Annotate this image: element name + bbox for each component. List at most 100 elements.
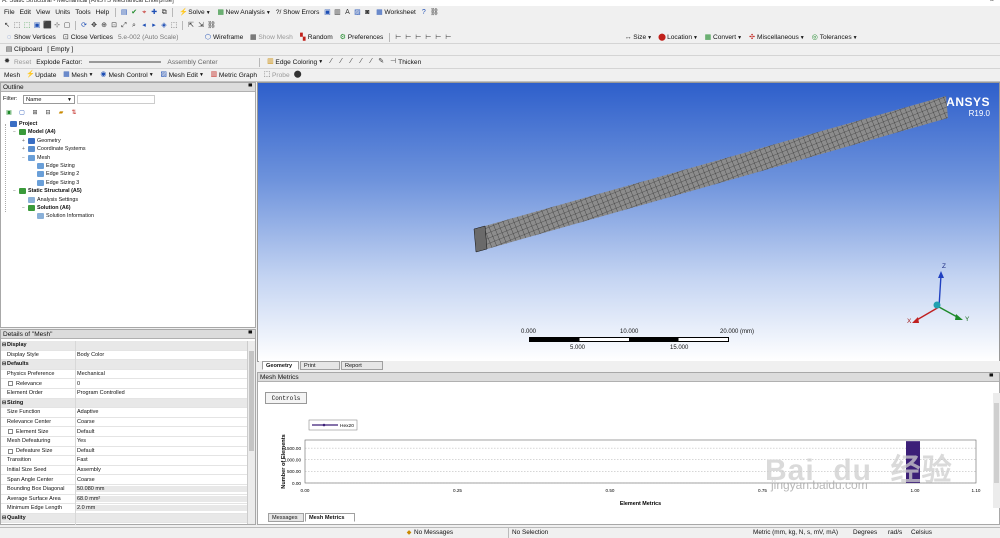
split-icon[interactable]: ⧉ — [160, 9, 168, 17]
details-value[interactable]: Mechanical — [77, 371, 105, 377]
annotation-icon[interactable]: ⊢ — [424, 34, 432, 42]
details-category[interactable]: ⊟ Sizing — [1, 398, 247, 409]
details-category[interactable]: ⊟ Defaults — [1, 360, 247, 370]
menu-edit[interactable]: Edit — [18, 8, 33, 17]
new-analysis-button[interactable]: ▦ New Analysis ▼ — [214, 8, 273, 17]
collapse-icon[interactable]: ⊟ — [2, 400, 6, 406]
edge-style-1-icon[interactable]: ⁄ — [327, 58, 335, 66]
tab-geometry[interactable]: Geometry — [262, 361, 299, 370]
fit-icon[interactable]: ⬚ — [170, 22, 178, 30]
edge-coloring-button[interactable]: ▥ Edge Coloring ▼ — [263, 58, 325, 67]
details-value[interactable]: Yes — [77, 438, 86, 444]
size-button[interactable]: ↔ Size ▼ — [621, 33, 654, 42]
status-degrees[interactable]: Degrees — [853, 528, 877, 538]
collapse-icon[interactable]: ⊟ — [2, 515, 6, 521]
show-mesh-button[interactable]: ▦ Show Mesh — [246, 33, 294, 42]
filter-select[interactable]: Name ▼ — [23, 95, 75, 104]
calculator-icon[interactable]: ▣ — [323, 9, 331, 17]
path-icon[interactable]: ⌖ — [140, 9, 148, 17]
select-vertex-icon[interactable]: ⬚ — [13, 22, 21, 30]
zoom-fit-icon[interactable]: ⤢ — [120, 22, 128, 30]
tree-node[interactable]: − Mesh — [22, 154, 50, 162]
parameter-checkbox[interactable] — [8, 381, 13, 387]
parameter-checkbox[interactable] — [8, 448, 13, 454]
details-scrollbar[interactable] — [247, 341, 255, 524]
details-value[interactable]: Body Color — [77, 352, 104, 358]
scrollbar-thumb[interactable] — [994, 403, 999, 483]
preferences-button[interactable]: ⚙ Preferences — [336, 33, 386, 42]
table-icon[interactable]: ▥ — [333, 9, 341, 17]
explode-icon[interactable]: ✸ — [3, 58, 11, 66]
filter-search-input[interactable] — [77, 95, 155, 104]
mesh-model[interactable] — [258, 83, 1000, 362]
magnifier-icon[interactable]: ⌕ — [130, 22, 138, 30]
annotation-icon[interactable]: ⊢ — [404, 34, 412, 42]
details-value[interactable]: 68.0 mm² — [75, 495, 247, 502]
details-value[interactable]: Coarse — [77, 419, 95, 425]
annotation-icon[interactable]: ⊢ — [444, 34, 452, 42]
collapse-all-icon[interactable]: ⊟ — [44, 109, 52, 117]
details-category[interactable]: ⊟ Display — [1, 341, 247, 351]
tab-report-preview[interactable]: Report Preview — [341, 361, 383, 378]
document-icon[interactable]: ▤ — [120, 9, 128, 17]
pin-icon[interactable]: ▀ — [248, 330, 252, 339]
details-value[interactable]: Fast — [77, 457, 88, 463]
close-vertices-button[interactable]: ⊡ Close Vertices — [59, 33, 115, 42]
collapse-icon[interactable]: ▢ — [18, 109, 26, 117]
select-body-icon[interactable]: ⬛ — [43, 22, 52, 30]
location-button[interactable]: ⬤ Location ▼ — [655, 33, 700, 42]
mesh-menu-button[interactable]: ▦ Mesh ▼ — [59, 71, 95, 80]
details-value[interactable]: Assembly — [77, 467, 101, 473]
folder-icon[interactable]: ▰ — [57, 109, 65, 117]
menu-tools[interactable]: Tools — [73, 8, 92, 17]
tree-node[interactable]: Solution Information — [31, 212, 94, 220]
camera-icon[interactable]: ◙ — [363, 9, 371, 17]
status-rad[interactable]: rad/s — [888, 528, 902, 538]
pan-icon[interactable]: ✥ — [90, 22, 98, 30]
select-edge-icon[interactable]: ⬚ — [23, 22, 31, 30]
details-value[interactable]: Program Controlled — [77, 390, 125, 396]
select-face-icon[interactable]: ▣ — [33, 22, 41, 30]
miscellaneous-button[interactable]: ✣ Miscellaneous ▼ — [745, 33, 807, 42]
metric-graph-button[interactable]: ▥ Metric Graph — [207, 71, 259, 80]
extend-icon[interactable]: ⇱ — [187, 22, 195, 30]
chart-scrollbar[interactable] — [993, 393, 1000, 508]
edge-tool-icon[interactable]: ✎ — [377, 58, 385, 66]
details-value[interactable]: Adaptive — [77, 409, 98, 415]
menu-units[interactable]: Units — [53, 8, 72, 17]
tree-node[interactable]: + Geometry — [22, 137, 61, 145]
thicken-button[interactable]: ⊣ Thicken — [386, 58, 423, 67]
edge-style-2-icon[interactable]: ⁄ — [337, 58, 345, 66]
scrollbar-thumb[interactable] — [249, 351, 254, 451]
annotation-icon[interactable]: ⊢ — [414, 34, 422, 42]
explode-slider[interactable] — [89, 61, 162, 63]
iso-view-icon[interactable]: ◈ — [160, 22, 168, 30]
image-icon[interactable]: ▨ — [353, 9, 361, 17]
zoom-box-icon[interactable]: ⊡ — [110, 22, 118, 30]
capture-icon[interactable]: ⬤ — [294, 71, 302, 79]
tab-messages[interactable]: Messages — [268, 513, 304, 522]
status-temperature[interactable]: Celsius — [911, 528, 932, 538]
details-value[interactable]: 0 — [77, 381, 80, 387]
tab-print-preview[interactable]: Print Preview — [300, 361, 340, 378]
details-category[interactable]: ⊟ Quality — [1, 513, 247, 524]
zoom-icon[interactable]: ⊕ — [100, 22, 108, 30]
tolerances-button[interactable]: ◎ Tolerances ▼ — [808, 33, 860, 42]
sort-icon[interactable]: ⇅ — [70, 109, 78, 117]
previous-view-icon[interactable]: ◂ — [140, 22, 148, 30]
worksheet-button[interactable]: ▦ Worksheet — [372, 8, 417, 17]
update-button[interactable]: ⚡ Update — [23, 71, 58, 80]
tree-node[interactable]: Analysis Settings — [22, 196, 78, 204]
collapse-icon[interactable]: ⊟ — [2, 361, 6, 367]
menu-view[interactable]: View — [34, 8, 52, 17]
controls-button[interactable]: Controls — [265, 392, 307, 404]
next-view-icon[interactable]: ▸ — [150, 22, 158, 30]
edge-style-3-icon[interactable]: ⁄ — [347, 58, 355, 66]
clipboard-button[interactable]: ▤ Clipboard — [2, 45, 44, 54]
collapse-icon[interactable]: ⊟ — [2, 342, 6, 348]
tree-node[interactable]: Project — [4, 120, 37, 128]
annotation-icon[interactable]: ⊢ — [434, 34, 442, 42]
graphics-viewport[interactable]: ANSYS R19.0 0.000 10.000 20.000 (mm) 5.0… — [257, 82, 1000, 362]
tree-node[interactable]: − Static Structural (A5) — [13, 187, 82, 195]
details-value[interactable]: Default — [77, 429, 94, 435]
